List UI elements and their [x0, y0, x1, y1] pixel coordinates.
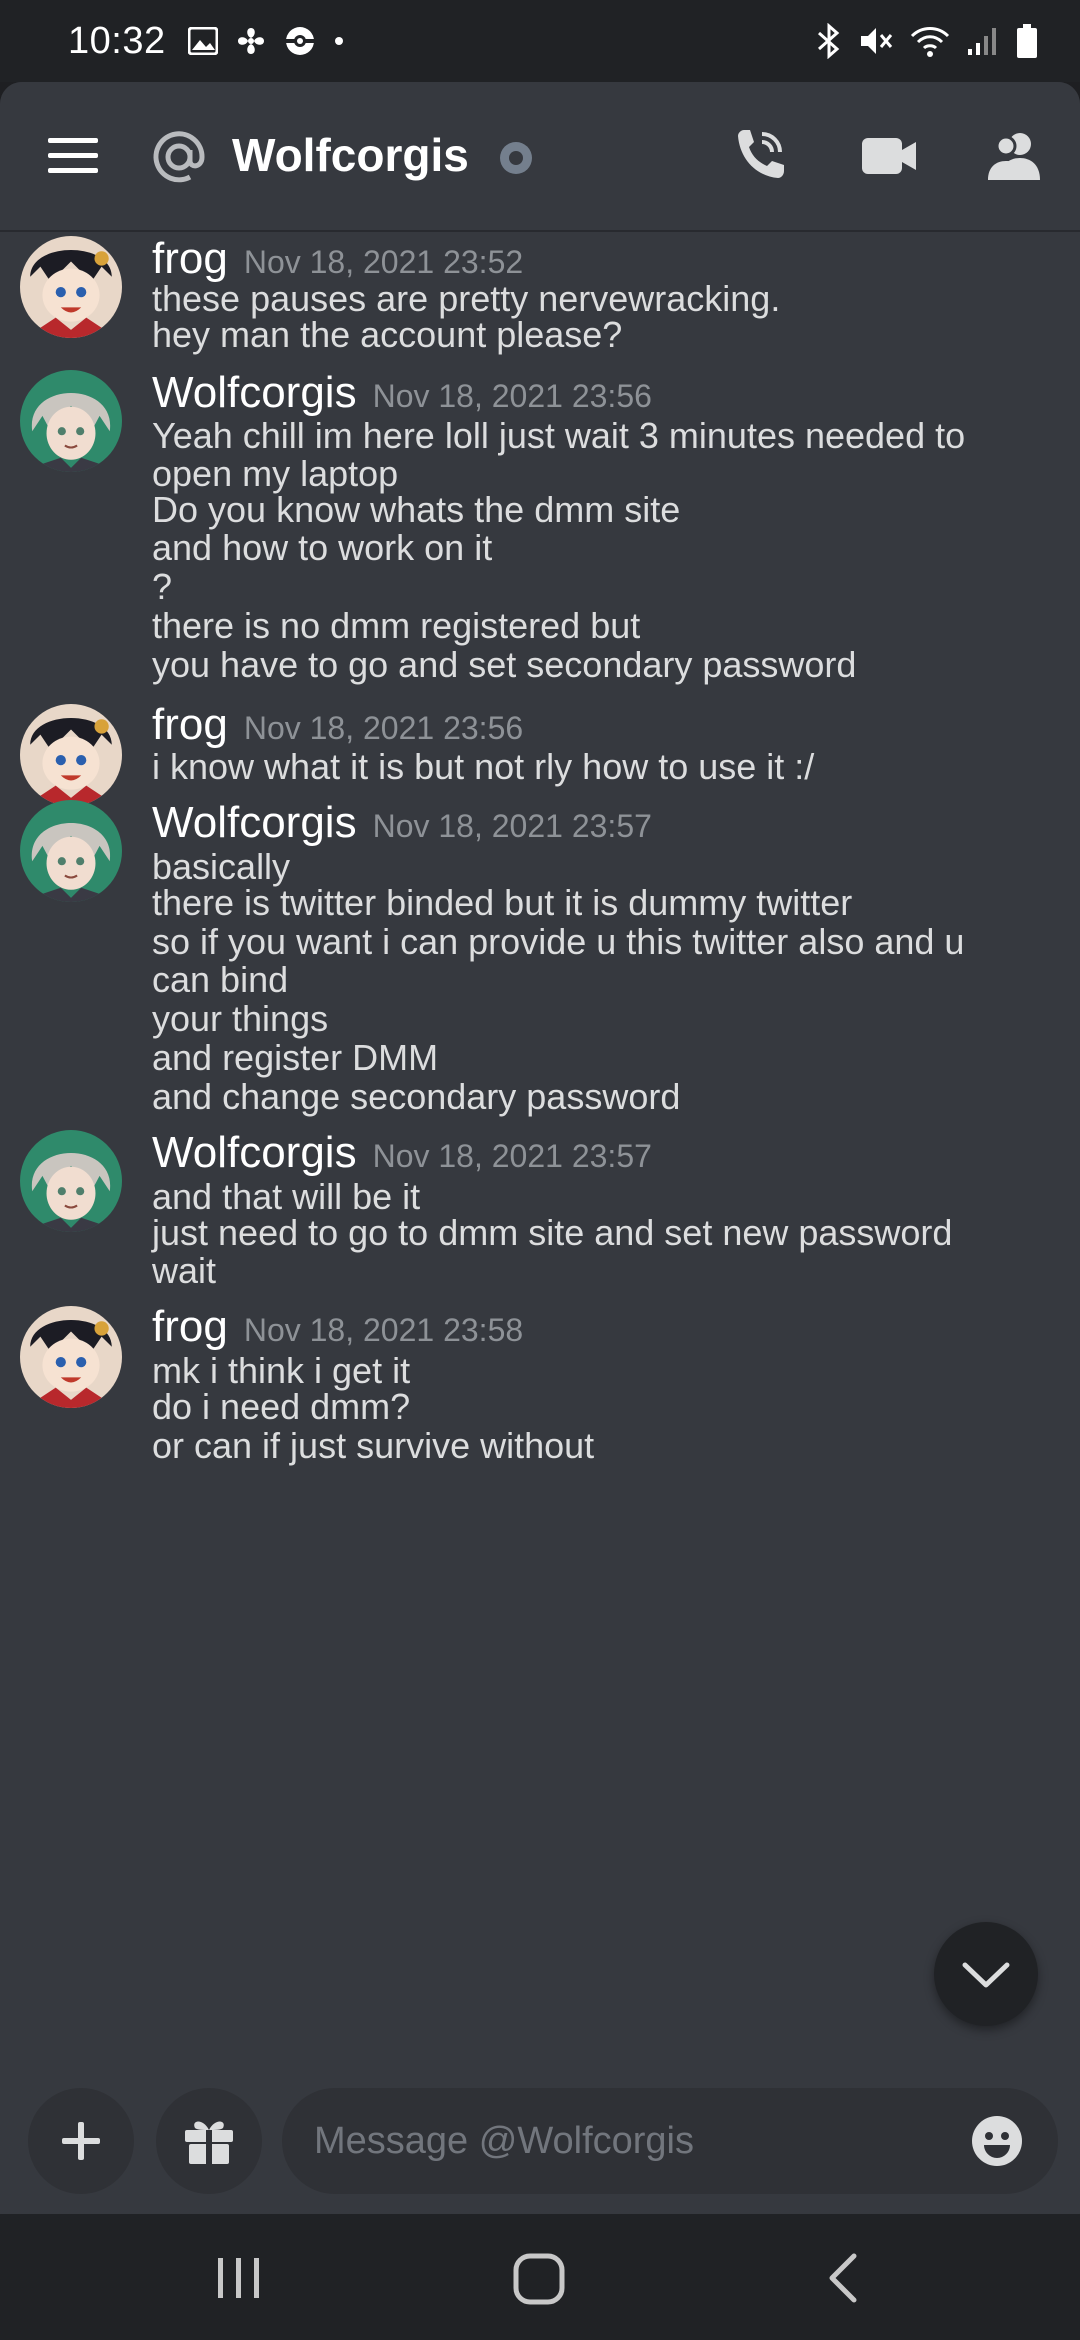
battery-icon	[1017, 24, 1037, 58]
system-navigation-bar	[0, 2214, 1080, 2340]
chat-header: Wolfcorgis	[0, 82, 1080, 230]
message-timestamp: Nov 18, 2021 23:56	[372, 378, 652, 414]
home-icon[interactable]	[512, 2252, 566, 2306]
frog-avatar[interactable]	[20, 1306, 122, 1408]
message-list[interactable]: frog Nov 18, 2021 23:52 these pauses are …	[0, 230, 1080, 2150]
wolfcorgis-avatar[interactable]	[20, 1130, 122, 1232]
message-text: there is no dmm registered but	[152, 605, 641, 646]
emoji-icon[interactable]	[970, 2114, 1024, 2168]
at-icon	[153, 131, 205, 183]
plus-icon	[62, 2122, 100, 2160]
bluetooth-icon	[818, 23, 840, 59]
app-frame: Wolfcorgis frog Nov 18, 2021 23:52 these …	[0, 82, 1080, 2214]
author-name[interactable]: frog	[152, 700, 228, 749]
status-time: 10:32	[68, 19, 166, 62]
message-timestamp: Nov 18, 2021 23:52	[243, 244, 524, 280]
signal-icon	[968, 28, 996, 55]
wolfcorgis-avatar[interactable]	[20, 800, 122, 902]
author-name[interactable]: frog	[152, 1302, 228, 1351]
notification-icons	[187, 25, 344, 57]
add-attachment-button[interactable]	[28, 2088, 134, 2194]
message-text: Yeah chill im here loll just wait 3 minu…	[152, 415, 966, 456]
message-timestamp: Nov 18, 2021 23:57	[372, 1138, 652, 1174]
message-text: and change secondary password	[152, 1076, 681, 1117]
message-text: there is twitter binded but it is dummy …	[152, 882, 853, 923]
gift-icon	[185, 2121, 233, 2164]
message-text: so if you want i can provide u this twit…	[152, 921, 965, 962]
message-author[interactable]: Wolfcorgis Nov 18, 2021 23:57	[152, 798, 652, 848]
wolfcorgis-avatar[interactable]	[20, 370, 122, 472]
frog-avatar[interactable]	[20, 236, 122, 338]
chevron-down-icon	[962, 1962, 1010, 1988]
pokeball-icon	[285, 27, 314, 55]
message-text: Do you know whats the dmm site	[152, 489, 681, 530]
message-text: and how to work on it	[152, 527, 493, 568]
author-name[interactable]: Wolfcorgis	[152, 1128, 357, 1177]
video-camera-icon[interactable]	[862, 136, 918, 176]
message-author[interactable]: frog Nov 18, 2021 23:52	[152, 234, 523, 284]
dot-icon	[334, 37, 343, 45]
fan-icon	[237, 28, 264, 54]
message-input-container	[282, 2088, 1058, 2194]
message-timestamp: Nov 18, 2021 23:56	[243, 710, 524, 746]
message-timestamp: Nov 18, 2021 23:58	[243, 1312, 524, 1348]
message-author[interactable]: Wolfcorgis Nov 18, 2021 23:56	[152, 368, 652, 418]
author-name[interactable]: Wolfcorgis	[152, 798, 357, 847]
message-text: just need to go to dmm site and set new …	[152, 1212, 953, 1253]
message-author[interactable]: Wolfcorgis Nov 18, 2021 23:57	[152, 1128, 652, 1178]
message-text: your things	[152, 998, 329, 1039]
message-author[interactable]: frog Nov 18, 2021 23:56	[152, 700, 523, 750]
phone-call-icon[interactable]	[732, 126, 788, 186]
offline-status-indicator	[500, 142, 532, 174]
system-icons	[816, 23, 1038, 59]
message-author[interactable]: frog Nov 18, 2021 23:58	[152, 1302, 523, 1352]
message-text: wait	[152, 1250, 217, 1291]
recent-apps-icon[interactable]	[214, 2252, 264, 2302]
mute-icon	[861, 28, 893, 54]
wifi-icon	[910, 27, 950, 57]
message-timestamp: Nov 18, 2021 23:57	[372, 808, 652, 844]
message-input[interactable]	[314, 2119, 914, 2163]
message-text: ?	[152, 566, 173, 607]
page-title: Wolfcorgis	[232, 129, 469, 181]
message-text: and register DMM	[152, 1037, 439, 1078]
message-text: can bind	[152, 959, 289, 1000]
frog-avatar[interactable]	[20, 704, 122, 806]
gift-button[interactable]	[156, 2088, 262, 2194]
status-bar: 10:32	[0, 0, 1080, 82]
message-text: you have to go and set secondary passwor…	[152, 644, 857, 685]
scroll-to-bottom-button[interactable]	[934, 1922, 1038, 2026]
message-composer	[0, 2068, 1080, 2214]
author-name[interactable]: Wolfcorgis	[152, 368, 357, 417]
back-icon[interactable]	[826, 2252, 860, 2304]
author-name[interactable]: frog	[152, 234, 228, 283]
message-text: i know what it is but not rly how to use…	[152, 746, 815, 787]
message-text: or can if just survive without	[152, 1425, 595, 1466]
hamburger-icon[interactable]	[48, 136, 100, 176]
message-text: hey man the account please?	[152, 314, 623, 355]
gallery-icon	[187, 27, 218, 55]
message-text: do i need dmm?	[152, 1386, 411, 1427]
members-icon[interactable]	[986, 130, 1042, 182]
